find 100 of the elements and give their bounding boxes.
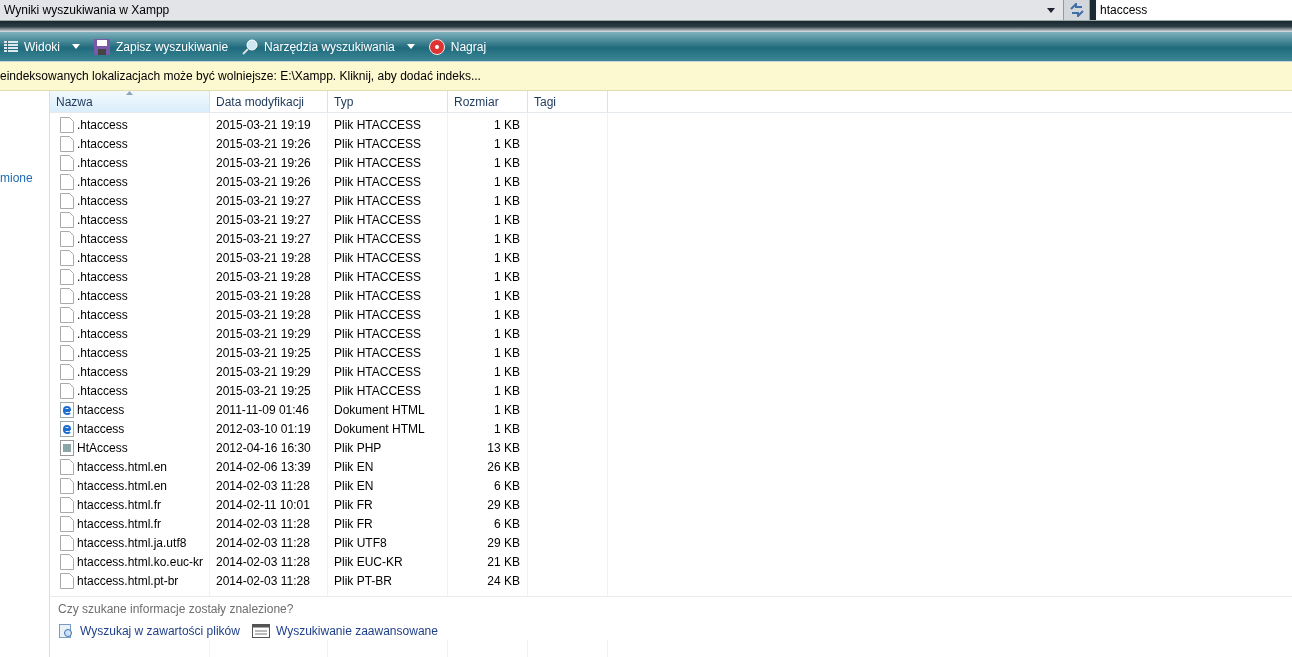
file-icon <box>60 496 74 513</box>
file-name: .htaccess <box>77 154 128 172</box>
file-row[interactable]: .htaccess 2015-03-21 19:27 Plik HTACCESS 1 KB <box>50 229 528 248</box>
size-cell: 1 KB <box>494 269 520 284</box>
file-icon <box>60 363 74 380</box>
size-cell: 1 KB <box>494 364 520 379</box>
file-row[interactable]: .htaccess 2015-03-21 19:28 Plik HTACCESS 1 KB <box>50 286 528 305</box>
file-icon <box>60 534 74 551</box>
file-icon <box>60 306 74 323</box>
toolbar-button[interactable]: Narzędzia wyszukiwania <box>242 35 415 58</box>
size-cell: 1 KB <box>494 174 520 189</box>
file-row[interactable]: .htaccess 2015-03-21 19:19 Plik HTACCESS 1 KB <box>50 115 528 134</box>
file-row[interactable]: .htaccess 2015-03-21 19:29 Plik HTACCESS 1 KB <box>50 324 528 343</box>
type-cell: Plik HTACCESS <box>334 136 422 151</box>
type-cell: Plik FR <box>334 516 373 531</box>
file-name: htaccess <box>77 420 125 438</box>
type-cell: Plik HTACCESS <box>334 288 422 303</box>
navigation-link[interactable]: mione <box>0 169 49 187</box>
file-row[interactable]: htaccess.html.en 2014-02-03 11:28 Plik EN 6 KB <box>50 476 528 495</box>
file-name: .htaccess <box>77 173 128 191</box>
file-row[interactable]: .htaccess 2015-03-21 19:27 Plik HTACCESS 1 KB <box>50 210 528 229</box>
dropdown-arrow-icon[interactable] <box>1047 7 1055 13</box>
file-row[interactable]: .htaccess 2015-03-21 19:29 Plik HTACCESS 1 KB <box>50 362 528 381</box>
type-cell: Plik HTACCESS <box>334 269 422 284</box>
file-name: htaccess.html.en <box>77 477 168 495</box>
column-header[interactable]: Nazwa <box>50 91 210 112</box>
file-icon <box>60 135 74 152</box>
file-row[interactable]: htaccess 2011-11-09 01:46 Dokument HTML 1 KB <box>50 400 528 419</box>
file-icon <box>60 382 74 399</box>
caret-icon <box>72 44 80 49</box>
file-name: .htaccess <box>77 287 128 305</box>
file-row[interactable]: .htaccess 2015-03-21 19:28 Plik HTACCESS 1 KB <box>50 267 528 286</box>
file-row[interactable]: .htaccess 2015-03-21 19:26 Plik HTACCESS 1 KB <box>50 134 528 153</box>
type-cell: Plik EUC-KR <box>334 554 403 569</box>
file-row[interactable]: .htaccess 2015-03-21 19:25 Plik HTACCESS 1 KB <box>50 343 528 362</box>
type-cell: Plik EN <box>334 478 374 493</box>
file-name: .htaccess <box>77 249 128 267</box>
file-icon <box>60 458 74 475</box>
file-row[interactable]: HtAccess 2012-04-16 16:30 Plik PHP 13 KB <box>50 438 528 457</box>
size-cell: 1 KB <box>494 383 520 398</box>
views-icon <box>4 40 18 53</box>
file-row[interactable]: htaccess.html.en 2014-02-06 13:39 Plik EN 26 KB <box>50 457 528 476</box>
date-cell: 2015-03-21 19:25 <box>216 383 311 398</box>
info-bar[interactable]: eindeksowanych lokalizacjach może być wolniejsze: E:\Xampp. Kliknij, aby dodać indeks... <box>0 61 1292 91</box>
sort-arrow-icon <box>126 91 133 95</box>
type-cell: Plik EN <box>334 459 374 474</box>
file-name: .htaccess <box>77 344 128 362</box>
file-name: .htaccess <box>77 268 128 286</box>
size-cell: 29 KB <box>487 535 520 550</box>
file-row[interactable]: .htaccess 2015-03-21 19:28 Plik HTACCESS 1 KB <box>50 305 528 324</box>
address-bar[interactable]: Wyniki wyszukiwania w Xampp <box>0 0 1064 20</box>
file-row[interactable]: .htaccess 2015-03-21 19:28 Plik HTACCESS 1 KB <box>50 248 528 267</box>
file-row[interactable]: htaccess.html.fr 2014-02-03 11:28 Plik FR 6 KB <box>50 514 528 533</box>
file-row[interactable]: htaccess.html.fr 2014-02-11 10:01 Plik FR 29 KB <box>50 495 528 514</box>
refresh-arrows-icon <box>1069 3 1084 17</box>
footer-link[interactable]: Wyszukiwanie zaawansowane <box>251 622 438 640</box>
search-field[interactable]: htaccess <box>1090 0 1292 20</box>
file-row[interactable]: htaccess.html.ja.utf8 2014-02-03 11:28 Plik UTF8 29 KB <box>50 533 528 552</box>
date-cell: 2014-02-03 11:28 <box>216 573 310 588</box>
type-cell: Plik HTACCESS <box>334 155 422 170</box>
file-name: .htaccess <box>77 192 128 210</box>
type-cell: Plik HTACCESS <box>334 174 422 189</box>
type-cell: Plik PHP <box>334 440 382 455</box>
caret-icon <box>406 44 415 49</box>
size-cell: 1 KB <box>494 117 520 132</box>
date-cell: 2014-02-03 11:28 <box>216 516 310 531</box>
file-row[interactable]: htaccess 2012-03-10 01:19 Dokument HTML 1 KB <box>50 419 528 438</box>
date-cell: 2015-03-21 19:19 <box>216 117 311 132</box>
file-row[interactable]: .htaccess 2015-03-21 19:25 Plik HTACCESS 1 KB <box>50 381 528 400</box>
size-cell: 6 KB <box>494 478 520 493</box>
size-cell: 1 KB <box>494 250 520 265</box>
type-cell: Plik HTACCESS <box>334 117 422 132</box>
size-cell: 1 KB <box>494 212 520 227</box>
file-row[interactable]: .htaccess 2015-03-21 19:26 Plik HTACCESS 1 KB <box>50 172 528 191</box>
type-cell: Plik HTACCESS <box>334 231 422 246</box>
file-row[interactable]: htaccess.html.ko.euc-kr 2014-02-03 11:28 Plik EUC-KR 21 KB <box>50 552 528 571</box>
file-name: .htaccess <box>77 230 128 248</box>
size-cell: 21 KB <box>487 554 520 569</box>
file-icon <box>60 515 74 532</box>
date-cell: 2015-03-21 19:26 <box>216 155 311 170</box>
file-name: .htaccess <box>77 211 128 229</box>
file-name: htaccess.html.pt-br <box>77 572 179 590</box>
date-cell: 2015-03-21 19:27 <box>216 212 311 227</box>
size-cell: 1 KB <box>494 326 520 341</box>
type-cell: Plik HTACCESS <box>334 364 422 379</box>
file-name: htaccess.html.ko.euc-kr <box>77 553 204 571</box>
toolbar-button[interactable]: Widoki <box>4 35 80 58</box>
file-icon <box>60 116 74 133</box>
size-cell: 26 KB <box>487 459 520 474</box>
refresh-button[interactable] <box>1064 0 1090 20</box>
toolbar-button[interactable]: Zapisz wyszukiwanie <box>94 35 229 58</box>
file-row[interactable]: htaccess.html.pt-br 2014-02-03 11:28 Plik PT-BR 24 KB <box>50 571 528 590</box>
footer-link[interactable]: Wyszukaj w zawartości plików <box>58 622 240 640</box>
file-icon <box>60 553 74 570</box>
file-row[interactable]: .htaccess 2015-03-21 19:26 Plik HTACCESS 1 KB <box>50 153 528 172</box>
file-name: .htaccess <box>77 306 128 324</box>
disc-icon <box>428 38 445 55</box>
file-icon <box>60 572 74 589</box>
toolbar-button[interactable]: Nagraj <box>428 35 487 58</box>
file-row[interactable]: .htaccess 2015-03-21 19:27 Plik HTACCESS 1 KB <box>50 191 528 210</box>
